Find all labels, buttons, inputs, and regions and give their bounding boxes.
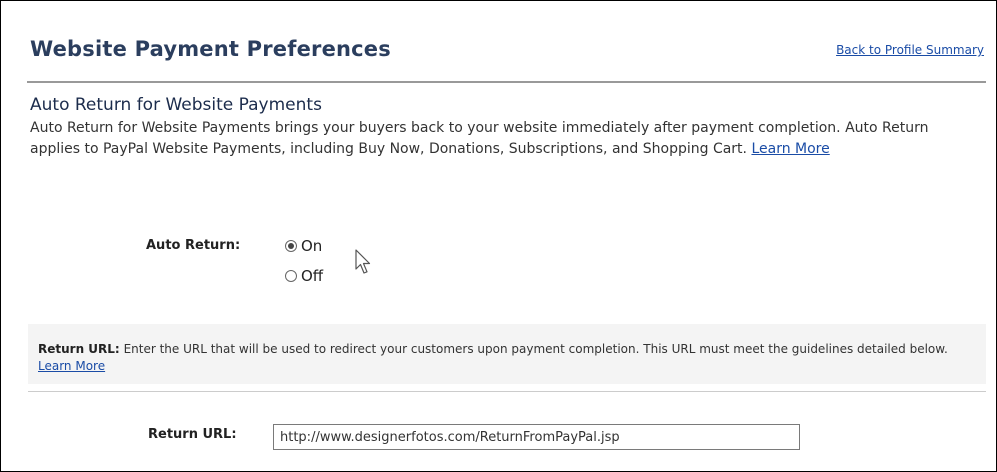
header: Website Payment Preferences Back to Prof… bbox=[30, 37, 984, 77]
return-url-info-label: Return URL: bbox=[38, 342, 120, 356]
auto-return-on-label: On bbox=[301, 237, 323, 255]
back-to-profile-summary-link[interactable]: Back to Profile Summary bbox=[836, 43, 984, 57]
page-title: Website Payment Preferences bbox=[30, 37, 391, 61]
auto-return-off-option[interactable]: Off bbox=[285, 267, 323, 285]
auto-return-on-option[interactable]: On bbox=[285, 237, 322, 255]
return-url-input[interactable] bbox=[273, 424, 800, 450]
return-url-info-text: Enter the URL that will be used to redir… bbox=[123, 342, 948, 356]
title-divider bbox=[27, 81, 986, 83]
return-url-field-label: Return URL: bbox=[148, 427, 237, 442]
auto-return-off-radio[interactable] bbox=[285, 270, 297, 282]
auto-return-off-label: Off bbox=[301, 267, 324, 285]
learn-more-link[interactable]: Learn More bbox=[751, 141, 829, 157]
return-url-description: Return URL: Enter the URL that will be u… bbox=[38, 341, 974, 375]
return-url-info-box: Return URL: Enter the URL that will be u… bbox=[28, 324, 986, 384]
mouse-pointer-icon bbox=[355, 249, 371, 279]
return-url-learn-more-link[interactable]: Learn More bbox=[38, 359, 105, 373]
section-description: Auto Return for Website Payments brings … bbox=[30, 118, 982, 160]
auto-return-section: Auto Return for Website Payments Auto Re… bbox=[30, 95, 982, 160]
section-title: Auto Return for Website Payments bbox=[30, 95, 322, 115]
payment-preferences-panel: Website Payment Preferences Back to Prof… bbox=[0, 0, 997, 472]
return-url-divider bbox=[28, 391, 986, 392]
auto-return-label: Auto Return: bbox=[146, 238, 241, 253]
auto-return-on-radio[interactable] bbox=[285, 240, 297, 252]
